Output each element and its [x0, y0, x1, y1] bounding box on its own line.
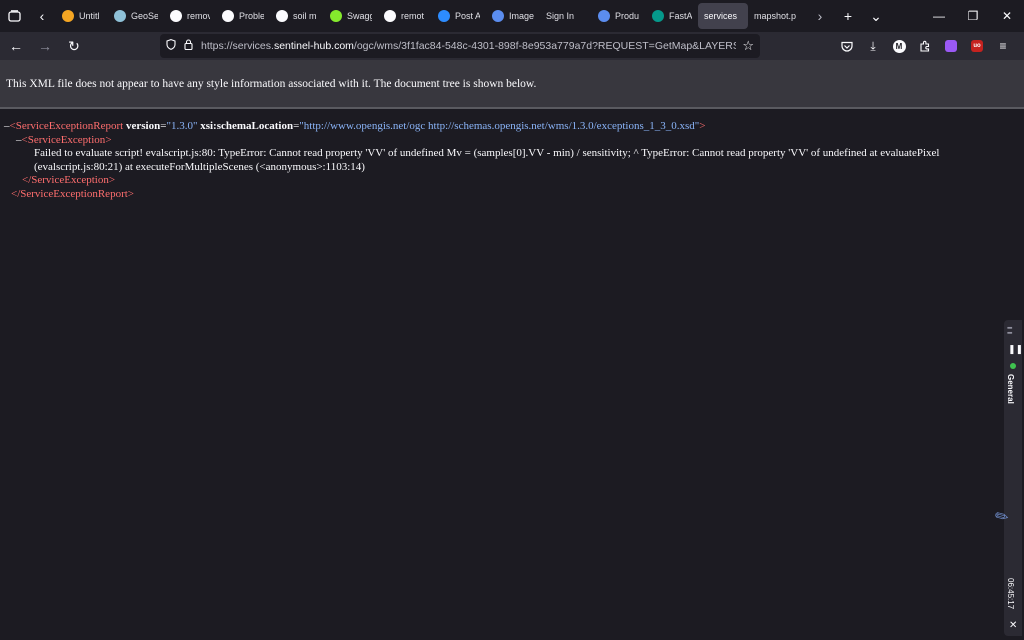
- minimize-icon[interactable]: —: [922, 0, 956, 32]
- tab-strip: Untitl GeoSe remov Proble soil m Swagg remot Po…: [56, 0, 806, 32]
- tab-label: Post A: [455, 11, 480, 21]
- tab-label: Proble: [239, 11, 264, 21]
- navigation-toolbar: ← → ↻ https://services.sentinel-hub.com/…: [0, 32, 1024, 60]
- xml-info-text: This XML file does not appear to have an…: [6, 77, 537, 90]
- exception-message: Failed to evaluate script! evalscript.js…: [0, 147, 950, 174]
- schema-attr-value: "http://www.opengis.net/ogc http://schem…: [299, 120, 700, 132]
- tab-overview-icon[interactable]: [0, 2, 28, 30]
- pocket-icon[interactable]: [834, 35, 860, 57]
- tab-label: Produ: [615, 11, 640, 21]
- version-attr-value: "1.3.0": [166, 120, 198, 132]
- a-icon: [492, 10, 504, 22]
- tab[interactable]: Proble: [216, 3, 270, 29]
- url-host: sentinel-hub.com: [273, 40, 354, 52]
- diamond-icon: [114, 10, 126, 22]
- tab[interactable]: services: [698, 3, 748, 29]
- zm-icon: [438, 10, 450, 22]
- root-tag-close: ServiceExceptionReport: [20, 187, 128, 200]
- tab[interactable]: GeoSe: [108, 3, 164, 29]
- tab-scroll-left-icon[interactable]: ‹: [28, 2, 56, 30]
- xml-child-open: –<ServiceException>: [16, 133, 112, 146]
- drag-handle-icon[interactable]: ▪▪▪ ▪▪▪: [1007, 325, 1019, 337]
- root-tag-open: ServiceExceptionReport: [15, 120, 124, 132]
- close-window-icon[interactable]: ✕: [990, 0, 1024, 32]
- child-tag-close: ServiceException: [31, 174, 109, 186]
- purple-extension-icon[interactable]: [938, 35, 964, 57]
- xml-info-banner: This XML file does not appear to have an…: [0, 60, 1024, 109]
- bookmark-star-icon[interactable]: ☆: [742, 38, 754, 54]
- child-tag-open: ServiceException: [27, 133, 106, 146]
- fastapi-icon: [652, 10, 664, 22]
- tab[interactable]: FastAP: [646, 3, 698, 29]
- pause-icon[interactable]: ❚❚: [1008, 344, 1023, 355]
- info-icon: [222, 10, 234, 22]
- side-widget-label: General: [1006, 374, 1015, 404]
- tab-label: services: [704, 11, 738, 21]
- side-widget: ▪▪▪ ▪▪▪ ❚❚ General 06:45:17 ✕: [1004, 320, 1023, 636]
- new-tab-icon[interactable]: +: [834, 2, 862, 30]
- forward-button[interactable]: →: [32, 33, 58, 59]
- downloads-icon[interactable]: ⤓: [860, 35, 886, 57]
- reload-button[interactable]: ↻: [61, 33, 87, 59]
- tab[interactable]: Image: [486, 3, 540, 29]
- tab-label: Untitl: [79, 11, 100, 21]
- url-bar[interactable]: https://services.sentinel-hub.com/ogc/wm…: [160, 34, 760, 58]
- extensions-icon[interactable]: [912, 35, 938, 57]
- tab-label: Image: [509, 11, 534, 21]
- tab[interactable]: remot: [378, 3, 432, 29]
- swagger-icon: [330, 10, 342, 22]
- tab[interactable]: Sign In: [540, 3, 592, 29]
- url-path: /ogc/wms/3f1fac84-548c-4301-898f-8e953a7…: [353, 40, 737, 52]
- xml-document-tree: –<ServiceExceptionReport version="1.3.0"…: [0, 120, 1000, 201]
- url-prefix: https://services.: [201, 40, 274, 52]
- back-button[interactable]: ←: [3, 33, 29, 59]
- tab-label: soil m: [293, 11, 317, 21]
- lock-icon[interactable]: [184, 39, 193, 53]
- a-icon: [598, 10, 610, 22]
- ublock-icon[interactable]: uo: [964, 35, 990, 57]
- tab[interactable]: soil m: [270, 3, 324, 29]
- xml-child-close: </ServiceException>: [22, 174, 116, 186]
- schema-attr-name: xsi:schemaLocation: [200, 120, 294, 132]
- tab-label: remov: [187, 11, 210, 21]
- tab-label: GeoSe: [131, 11, 158, 21]
- tab[interactable]: Produ: [592, 3, 646, 29]
- account-icon[interactable]: M: [886, 35, 912, 57]
- google-icon: [276, 10, 288, 22]
- shield-icon[interactable]: [166, 39, 176, 53]
- google-icon: [384, 10, 396, 22]
- url-text[interactable]: https://services.sentinel-hub.com/ogc/wm…: [201, 40, 736, 52]
- tab-label: FastAP: [669, 11, 692, 21]
- status-dot-icon: [1010, 363, 1016, 369]
- xml-root-open: –<ServiceExceptionReport version="1.3.0"…: [4, 120, 706, 132]
- tab-scroll-right-icon[interactable]: ›: [806, 2, 834, 30]
- github-icon: [170, 10, 182, 22]
- tab-bar: ‹ Untitl GeoSe remov Proble soil m Swagg remot…: [0, 0, 1024, 32]
- side-widget-close-icon[interactable]: ✕: [1009, 620, 1017, 631]
- version-attr-name: version: [126, 120, 161, 132]
- tab[interactable]: mapshot.p: [748, 3, 806, 29]
- xml-root-close: </ServiceExceptionReport>: [11, 187, 135, 200]
- menu-icon[interactable]: ≡: [990, 35, 1016, 57]
- exception-message-text: Failed to evaluate script! evalscript.js…: [34, 147, 940, 173]
- orange-circle-icon: [62, 10, 74, 22]
- side-widget-time: 06:45:17: [1006, 578, 1015, 610]
- tab[interactable]: Swagg: [324, 3, 378, 29]
- tab[interactable]: remov: [164, 3, 216, 29]
- tab-label: remot: [401, 11, 425, 21]
- tab[interactable]: Untitl: [56, 3, 108, 29]
- tab-label: Sign In: [546, 11, 575, 21]
- restore-icon[interactable]: ❐: [956, 0, 990, 32]
- tab-label: mapshot.p: [754, 11, 797, 21]
- tab[interactable]: Post A: [432, 3, 486, 29]
- list-all-tabs-icon[interactable]: ⌄: [862, 2, 890, 30]
- tab-label: Swagg: [347, 11, 372, 21]
